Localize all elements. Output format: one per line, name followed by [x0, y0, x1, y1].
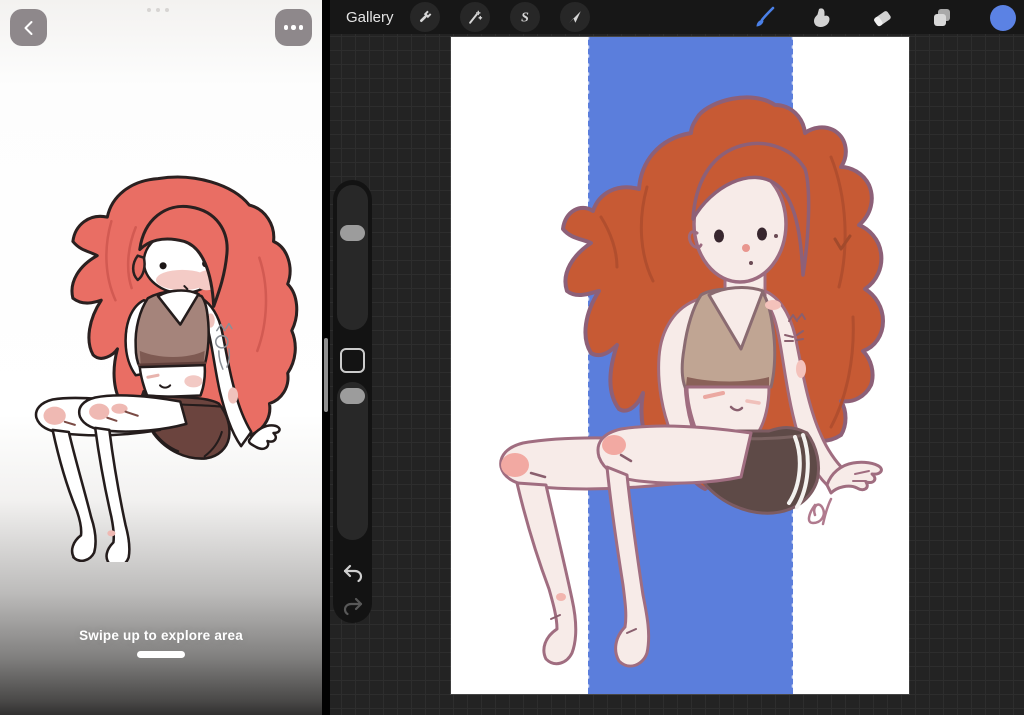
more-button[interactable]	[275, 9, 312, 46]
divider-grip[interactable]	[324, 338, 328, 412]
active-color-circle	[989, 4, 1017, 32]
svg-text:S: S	[521, 11, 529, 26]
redo-button[interactable]	[342, 597, 364, 617]
wrench-icon	[416, 8, 434, 26]
eraser-icon	[869, 5, 895, 31]
brush-opacity-slider[interactable]	[337, 382, 368, 540]
chevron-left-icon	[21, 20, 37, 36]
split-view-divider[interactable]	[322, 0, 330, 715]
smudge-tool-button[interactable]	[808, 4, 836, 32]
canvas-sidebar	[333, 180, 372, 623]
swipe-up-handle[interactable]	[137, 651, 185, 658]
layers-icon	[929, 5, 955, 31]
procreate-window: Gallery S	[330, 0, 1024, 715]
undo-button[interactable]	[342, 564, 364, 584]
reference-panel: Swipe up to explore area	[0, 0, 322, 715]
drawing-canvas[interactable]	[451, 37, 909, 694]
brush-tool-button[interactable]	[751, 4, 779, 32]
reference-image	[6, 156, 310, 562]
modify-button[interactable]	[340, 348, 365, 373]
paint-brush-icon	[752, 5, 778, 31]
layers-button[interactable]	[928, 4, 956, 32]
gallery-button[interactable]: Gallery	[346, 9, 394, 26]
transform-button[interactable]	[560, 2, 590, 32]
swipe-hint-text: Swipe up to explore area	[0, 628, 322, 643]
adjustments-button[interactable]	[460, 2, 490, 32]
smudge-finger-icon	[809, 5, 835, 31]
brush-size-slider[interactable]	[337, 185, 368, 330]
transform-arrow-icon	[566, 8, 584, 26]
selection-s-icon: S	[516, 8, 534, 26]
ellipsis-icon	[284, 25, 304, 30]
color-swatch-button[interactable]	[989, 4, 1017, 32]
brush-size-handle[interactable]	[340, 225, 365, 241]
magic-wand-icon	[466, 8, 484, 26]
window-handle-dots	[147, 8, 169, 12]
procreate-topbar: Gallery S	[330, 0, 1024, 34]
canvas-artwork	[451, 37, 909, 694]
actions-button[interactable]	[410, 2, 440, 32]
selection-button[interactable]: S	[510, 2, 540, 32]
back-button[interactable]	[10, 9, 47, 46]
brush-opacity-handle[interactable]	[340, 388, 365, 404]
eraser-tool-button[interactable]	[868, 4, 896, 32]
